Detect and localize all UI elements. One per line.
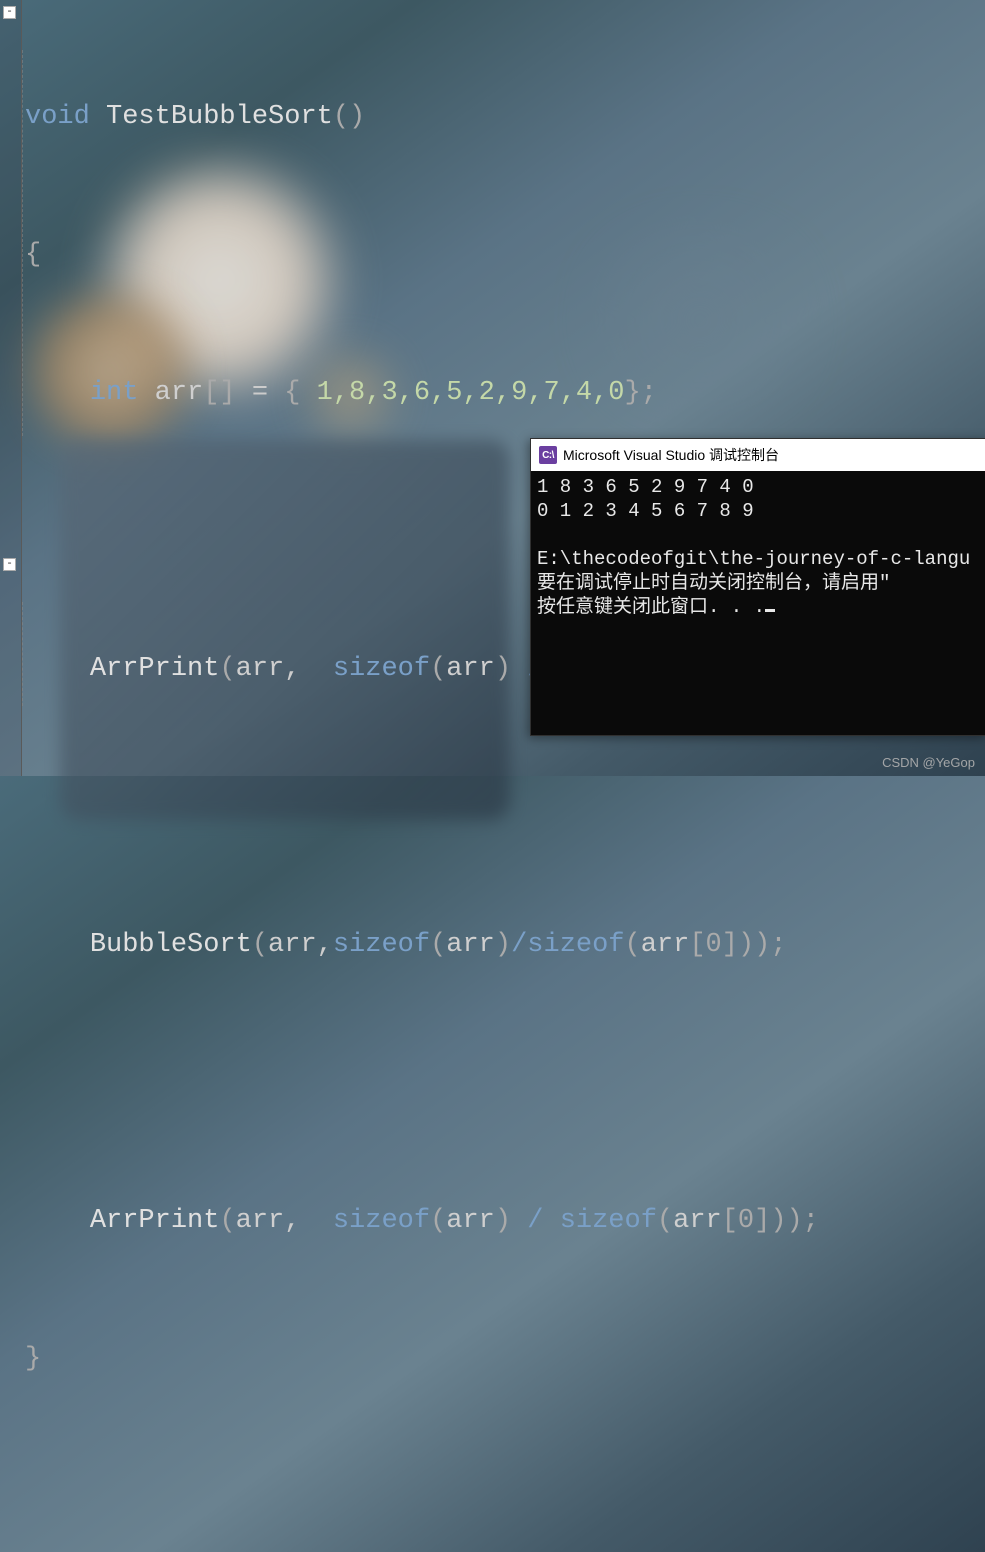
index: [0] xyxy=(722,1206,771,1236)
watermark-text: CSDN @YeGop xyxy=(882,755,975,770)
cursor-icon xyxy=(765,609,775,612)
console-output[interactable]: 1 8 3 6 5 2 9 7 4 0 0 1 2 3 4 5 6 7 8 9 … xyxy=(531,471,985,623)
blank-line[interactable] xyxy=(25,784,819,830)
code-line[interactable]: { xyxy=(25,232,819,278)
comma: , xyxy=(284,654,333,684)
operator-divide: / xyxy=(511,930,527,960)
console-line: 要在调试停止时自动关闭控制台，请启用" xyxy=(537,572,890,594)
console-line: 1 8 3 6 5 2 9 7 4 0 xyxy=(537,476,754,498)
window-titlebar[interactable]: C:\ Microsoft Visual Studio 调试控制台 xyxy=(531,439,985,471)
indent-guide xyxy=(22,602,23,706)
vs-console-icon: C:\ xyxy=(539,446,557,464)
keyword-sizeof: sizeof xyxy=(560,1206,657,1236)
paren: ( xyxy=(430,1206,446,1236)
blank-line[interactable] xyxy=(25,1060,819,1106)
paren: ( xyxy=(219,654,235,684)
editor-gutter: - - xyxy=(0,0,22,776)
code-line[interactable]: } xyxy=(25,1336,819,1382)
paren: ) xyxy=(495,930,511,960)
identifier: arr xyxy=(446,1206,495,1236)
identifier: arr xyxy=(641,930,690,960)
fold-toggle-icon[interactable]: - xyxy=(3,558,16,571)
function-call: ArrPrint xyxy=(90,1206,220,1236)
keyword-sizeof: sizeof xyxy=(333,930,430,960)
paren: ( xyxy=(625,930,641,960)
paren: ) xyxy=(738,930,754,960)
debug-console-window[interactable]: C:\ Microsoft Visual Studio 调试控制台 1 8 3 … xyxy=(530,438,985,736)
keyword-int: int xyxy=(90,378,139,408)
function-call: BubbleSort xyxy=(90,930,252,960)
paren: ( xyxy=(252,930,268,960)
brace-close: }; xyxy=(625,378,657,408)
code-text[interactable]: void TestBubbleSort() { int arr[] = { 1,… xyxy=(25,2,819,1552)
paren: ) xyxy=(770,1206,786,1236)
operator-divide: / xyxy=(511,1206,560,1236)
identifier: arr xyxy=(236,654,285,684)
index: [0] xyxy=(689,930,738,960)
equals: = xyxy=(236,378,285,408)
keyword-sizeof: sizeof xyxy=(333,1206,430,1236)
paren-semi: ); xyxy=(787,1206,819,1236)
brace: } xyxy=(25,1344,41,1374)
paren: ) xyxy=(495,654,511,684)
brace: { xyxy=(25,240,41,270)
keyword-sizeof: sizeof xyxy=(333,654,430,684)
code-line[interactable]: BubbleSort(arr,sizeof(arr)/sizeof(arr[0]… xyxy=(25,922,819,968)
number-list: 1,8,3,6,5,2,9,7,4,0 xyxy=(317,378,625,408)
identifier: arr xyxy=(155,378,204,408)
comma: , xyxy=(317,930,333,960)
blank-line[interactable] xyxy=(25,1474,819,1520)
paren: ( xyxy=(430,930,446,960)
paren: ( xyxy=(430,654,446,684)
function-name: TestBubbleSort xyxy=(106,102,333,132)
console-line: E:\thecodeofgit\the-journey-of-c-langu xyxy=(537,548,970,570)
parens: () xyxy=(333,102,365,132)
identifier: arr xyxy=(673,1206,722,1236)
console-line: 按任意键关闭此窗口. . . xyxy=(537,596,765,618)
window-title: Microsoft Visual Studio 调试控制台 xyxy=(563,445,779,465)
paren: ( xyxy=(219,1206,235,1236)
brackets: [] xyxy=(203,378,235,408)
code-line[interactable]: int arr[] = { 1,8,3,6,5,2,9,7,4,0}; xyxy=(25,370,819,416)
identifier: arr xyxy=(446,654,495,684)
code-line[interactable]: ArrPrint(arr, sizeof(arr) / sizeof(arr[0… xyxy=(25,1198,819,1244)
paren-semi: ); xyxy=(754,930,786,960)
paren: ( xyxy=(657,1206,673,1236)
indent-guide xyxy=(22,50,23,436)
identifier: arr xyxy=(268,930,317,960)
function-call: ArrPrint xyxy=(90,654,220,684)
brace: { xyxy=(284,378,316,408)
code-line[interactable]: void TestBubbleSort() xyxy=(25,94,819,140)
console-line: 0 1 2 3 4 5 6 7 8 9 xyxy=(537,500,754,522)
identifier: arr xyxy=(236,1206,285,1236)
keyword-sizeof: sizeof xyxy=(527,930,624,960)
identifier: arr xyxy=(446,930,495,960)
comma: , xyxy=(284,1206,333,1236)
keyword-void: void xyxy=(25,102,90,132)
fold-toggle-icon[interactable]: - xyxy=(3,6,16,19)
paren: ) xyxy=(495,1206,511,1236)
